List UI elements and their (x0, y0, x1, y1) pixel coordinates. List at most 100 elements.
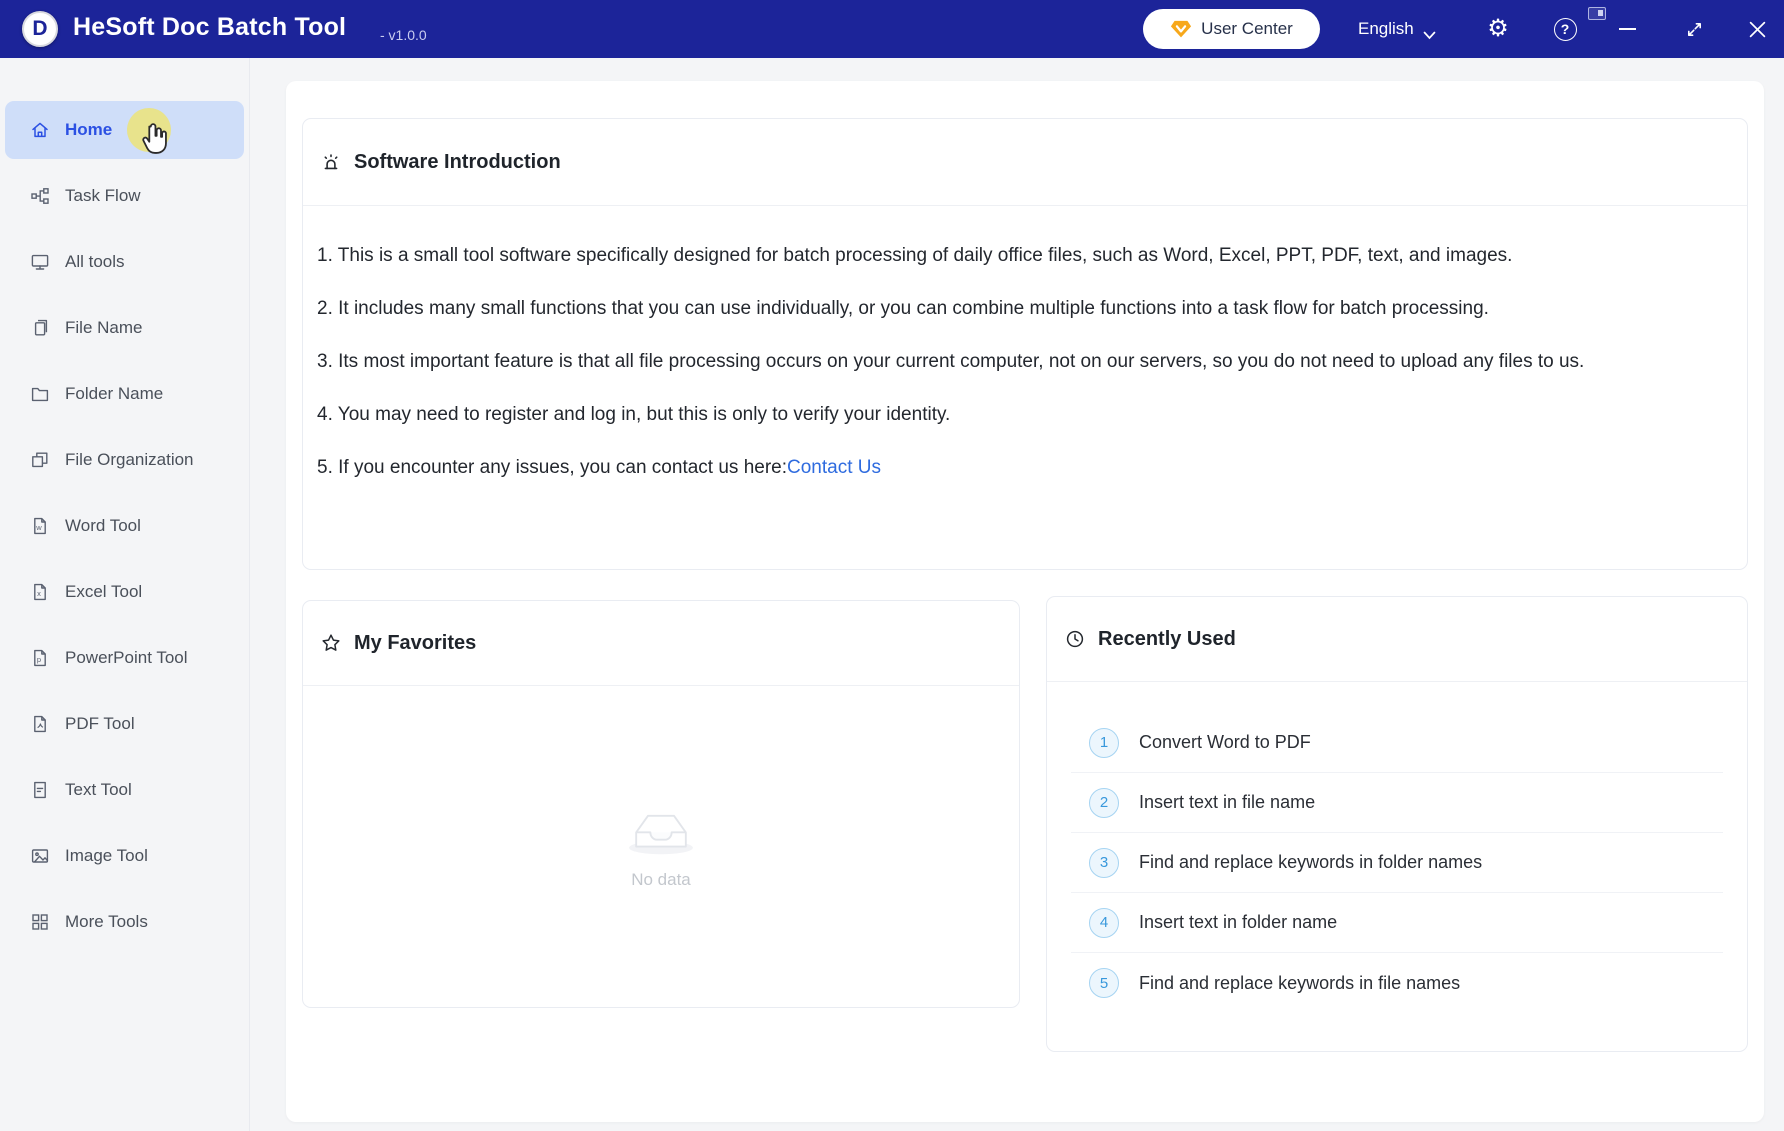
file-copy-icon (30, 318, 50, 338)
software-introduction-card: Software Introduction 1. This is a small… (302, 118, 1748, 570)
sidebar-item-word-tool[interactable]: w Word Tool (5, 497, 244, 555)
sidebar-item-label: All tools (65, 252, 125, 272)
language-selector[interactable]: English (1358, 0, 1436, 58)
sidebar-item-text-tool[interactable]: Text Tool (5, 761, 244, 819)
sidebar-item-pdf-tool[interactable]: PDF Tool (5, 695, 244, 753)
svg-text:x: x (37, 589, 41, 598)
sidebar-item-powerpoint-tool[interactable]: p PowerPoint Tool (5, 629, 244, 687)
intro-paragraph: 4. You may need to register and log in, … (317, 398, 1597, 432)
app-title: HeSoft Doc Batch Tool (73, 13, 346, 42)
recent-item-number: 5 (1089, 968, 1119, 998)
sidebar-item-label: File Organization (65, 450, 194, 470)
overlap-cards-icon (30, 450, 50, 470)
floating-window-icon[interactable] (1588, 7, 1606, 20)
recent-item-label: Find and replace keywords in folder name… (1139, 852, 1482, 873)
recent-item[interactable]: 4 Insert text in folder name (1071, 893, 1723, 953)
sidebar: Home Task Flow All tools File Name Folde (0, 58, 250, 1131)
recent-item-label: Convert Word to PDF (1139, 732, 1311, 753)
recent-item-number: 1 (1089, 728, 1119, 758)
recently-used-list: 1 Convert Word to PDF 2 Insert text in f… (1047, 682, 1747, 1013)
software-introduction-body: 1. This is a small tool software specifi… (303, 206, 1747, 485)
settings-gear-icon[interactable]: ⚙ (1483, 0, 1513, 58)
sidebar-item-task-flow[interactable]: Task Flow (5, 167, 244, 225)
close-button[interactable] (1740, 0, 1774, 58)
sidebar-item-label: Home (65, 120, 112, 140)
sidebar-item-label: PDF Tool (65, 714, 135, 734)
user-center-label: User Center (1201, 19, 1293, 39)
sidebar-item-label: Image Tool (65, 846, 148, 866)
recent-item[interactable]: 1 Convert Word to PDF (1071, 713, 1723, 773)
sidebar-item-more-tools[interactable]: More Tools (5, 893, 244, 951)
sidebar-item-label: PowerPoint Tool (65, 648, 188, 668)
sidebar-item-label: Excel Tool (65, 582, 142, 602)
image-icon (30, 846, 50, 866)
sidebar-item-label: Task Flow (65, 186, 141, 206)
vip-gem-icon (1170, 19, 1192, 39)
recent-item[interactable]: 2 Insert text in file name (1071, 773, 1723, 833)
svg-text:w: w (35, 523, 42, 532)
sidebar-item-file-organization[interactable]: File Organization (5, 431, 244, 489)
sidebar-item-label: File Name (65, 318, 142, 338)
svg-text:p: p (37, 655, 41, 664)
app-logo-letter: D (32, 17, 47, 41)
recent-item[interactable]: 5 Find and replace keywords in file name… (1071, 953, 1723, 1013)
minimize-button[interactable] (1610, 0, 1644, 58)
clock-icon (1065, 629, 1085, 649)
sidebar-item-label: Text Tool (65, 780, 132, 800)
sidebar-item-folder-name[interactable]: Folder Name (5, 365, 244, 423)
my-favorites-card: My Favorites No data (302, 600, 1020, 1008)
my-favorites-header: My Favorites (303, 601, 1019, 686)
ppt-doc-icon: p (30, 648, 50, 668)
word-doc-icon: w (30, 516, 50, 536)
intro-paragraph: 3. Its most important feature is that al… (317, 345, 1597, 379)
main-panel: Software Introduction 1. This is a small… (286, 81, 1764, 1122)
software-introduction-header: Software Introduction (303, 119, 1747, 206)
sidebar-item-label: More Tools (65, 912, 148, 932)
sidebar-item-label: Folder Name (65, 384, 163, 404)
recent-item-label: Find and replace keywords in file names (1139, 973, 1460, 994)
sidebar-item-home[interactable]: Home (5, 101, 244, 159)
intro-paragraph: 1. This is a small tool software specifi… (317, 239, 1597, 273)
no-data-label: No data (631, 870, 691, 890)
my-favorites-title: My Favorites (354, 632, 476, 655)
grid-icon (30, 912, 50, 932)
recent-item-label: Insert text in folder name (1139, 912, 1337, 933)
empty-tray-icon (622, 804, 700, 856)
sidebar-item-label: Word Tool (65, 516, 141, 536)
contact-us-link[interactable]: Contact Us (787, 457, 881, 478)
app-version: - v1.0.0 (380, 27, 427, 43)
sidebar-item-excel-tool[interactable]: x Excel Tool (5, 563, 244, 621)
sidebar-item-all-tools[interactable]: All tools (5, 233, 244, 291)
recently-used-header: Recently Used (1047, 597, 1747, 682)
recent-item-number: 4 (1089, 908, 1119, 938)
intro-paragraph-contact: 5. If you encounter any issues, you can … (317, 451, 1597, 485)
language-label: English (1358, 19, 1414, 39)
task-flow-icon (30, 186, 50, 206)
excel-doc-icon: x (30, 582, 50, 602)
recently-used-card: Recently Used 1 Convert Word to PDF 2 In… (1046, 596, 1748, 1052)
folder-icon (30, 384, 50, 404)
user-center-button[interactable]: User Center (1143, 9, 1320, 49)
recent-item[interactable]: 3 Find and replace keywords in folder na… (1071, 833, 1723, 893)
recent-item-label: Insert text in file name (1139, 792, 1315, 813)
app-window: D HeSoft Doc Batch Tool - v1.0.0 User Ce… (0, 0, 1784, 1131)
pdf-doc-icon (30, 714, 50, 734)
favorites-empty-state: No data (303, 686, 1019, 1008)
text-doc-icon (30, 780, 50, 800)
recently-used-title: Recently Used (1098, 628, 1236, 651)
sidebar-item-image-tool[interactable]: Image Tool (5, 827, 244, 885)
help-icon[interactable]: ? (1550, 0, 1580, 58)
titlebar: D HeSoft Doc Batch Tool - v1.0.0 User Ce… (0, 0, 1784, 58)
home-icon (30, 120, 50, 140)
recent-item-number: 2 (1089, 788, 1119, 818)
recent-item-number: 3 (1089, 848, 1119, 878)
sidebar-item-file-name[interactable]: File Name (5, 299, 244, 357)
app-logo: D (22, 11, 58, 47)
star-icon (321, 633, 341, 653)
contact-text: 5. If you encounter any issues, you can … (317, 457, 787, 478)
chevron-down-icon (1423, 25, 1436, 34)
alarm-icon (321, 152, 341, 172)
maximize-button[interactable] (1677, 0, 1711, 58)
software-introduction-title: Software Introduction (354, 151, 561, 174)
intro-paragraph: 2. It includes many small functions that… (317, 292, 1597, 326)
